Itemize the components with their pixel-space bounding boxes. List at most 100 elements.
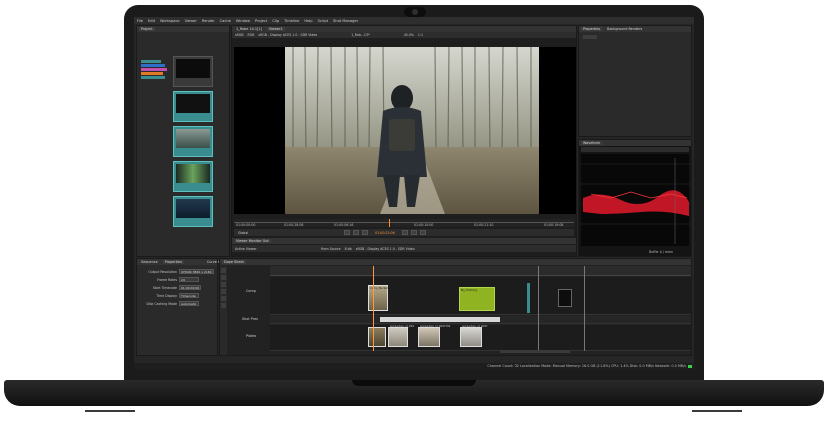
tab-viewer-monitor-out[interactable]: Viewer Monitor Out xyxy=(234,239,271,243)
menu-workspace[interactable]: Workspace xyxy=(160,19,180,23)
active-viewer-select[interactable]: Active Viewer xyxy=(235,247,257,251)
sequence-tabrow: Sequence Properties Curve Editor xyxy=(137,259,228,265)
menu-clip[interactable]: Clip xyxy=(272,19,279,23)
menu-shot-manager[interactable]: Shot Manager xyxy=(333,19,358,23)
clip-thumbnail[interactable] xyxy=(173,126,213,157)
menu-project[interactable]: Project xyxy=(255,19,267,23)
clip-marker[interactable] xyxy=(527,283,530,313)
waveform-tabrow: Waveform xyxy=(579,140,691,146)
tab-waveform[interactable]: Waveform xyxy=(581,141,603,145)
menu-viewer[interactable]: Viewer xyxy=(185,19,197,23)
status-bar: Channel Count: 32 Localization Mode: Man… xyxy=(134,363,694,370)
source-select[interactable]: From Source xyxy=(321,247,341,251)
go-to-start-button[interactable] xyxy=(344,230,351,235)
step-back-button[interactable] xyxy=(353,230,360,235)
viewer-timeline-scrubber[interactable]: 01:00:00:00 01:00:28:08 01:00:06:16 01:0… xyxy=(234,219,574,227)
bit-depth-select[interactable]: 8 bit xyxy=(345,247,352,251)
list-item[interactable] xyxy=(141,68,167,71)
dope-playhead[interactable] xyxy=(373,266,374,351)
menu-cache[interactable]: Cache xyxy=(220,19,231,23)
menu-timeline[interactable]: Timeline xyxy=(284,19,299,23)
playhead[interactable] xyxy=(389,219,390,227)
timecode-label: 01:00:00:00 xyxy=(236,223,256,227)
trim-tool-icon[interactable] xyxy=(221,282,226,287)
tab-properties[interactable]: Properties xyxy=(581,27,603,31)
clip-plate[interactable] xyxy=(368,327,386,347)
output-resolution-select[interactable]: UHD4K 3840 x 2160 xyxy=(179,269,214,274)
go-to-end-button[interactable] xyxy=(419,230,426,235)
ratio-select[interactable]: 1:1 xyxy=(418,33,423,37)
dope-scrollbar[interactable] xyxy=(500,350,570,353)
transport-controls: Global 01:00:22:06 xyxy=(234,229,574,236)
zoom-select[interactable]: 45.0% xyxy=(404,33,414,37)
clip-thumbnail-dark[interactable] xyxy=(558,289,572,307)
current-timecode[interactable]: 01:00:22:06 xyxy=(371,231,398,235)
clip-thumbnail[interactable] xyxy=(173,161,213,192)
menu-script[interactable]: Script xyxy=(318,19,328,23)
list-item[interactable] xyxy=(141,72,163,75)
list-item[interactable] xyxy=(141,60,161,63)
viewer-monitor-tabrow: Viewer Monitor Out xyxy=(232,238,576,244)
timecode-label: 01:00:19:08 xyxy=(544,223,564,227)
dope-marker-line xyxy=(538,266,539,351)
waveform-scope xyxy=(581,154,691,246)
status-text: Channel Count: 32 Localization Mode: Man… xyxy=(487,364,686,368)
monitor-transform-select[interactable]: sRGB - Display ACES 1.0 - SDR Video xyxy=(356,247,415,251)
slip-tool-icon[interactable] xyxy=(221,289,226,294)
waveform-caption: Buffer A / main xyxy=(649,250,673,254)
dope-sheet-panel: Dope Sheet Comp Shot Pres Plates Comp_Bu… xyxy=(219,258,692,356)
menu-edit[interactable]: Edit xyxy=(148,19,155,23)
colorspace-select[interactable]: sRGB xyxy=(235,33,244,37)
track-label: Shot Pres xyxy=(242,317,258,321)
clip-comp-bucket[interactable]: Comp_Bucket xyxy=(368,285,388,311)
start-timecode-field[interactable]: 01:00:00:00 xyxy=(179,285,202,290)
channel-select[interactable]: RGB xyxy=(248,33,255,37)
viewer-panel: 1_Robe 14.1[1] Viewer1 sRGB RGB sRGB - D… xyxy=(231,25,577,257)
dope-tabrow: Dope Sheet xyxy=(220,259,691,265)
list-item[interactable] xyxy=(141,76,165,79)
clip-my-tracking[interactable]: My_Tracking xyxy=(459,287,495,311)
tab-viewer-clip[interactable]: 1_Robe 14.1[1] xyxy=(234,27,264,31)
disk-caching-select[interactable]: Automatic xyxy=(179,301,199,306)
prop-disk-caching: Disk Caching Mode Automatic xyxy=(139,301,199,306)
zoom-tool-icon[interactable] xyxy=(221,303,226,308)
play-reverse-button[interactable] xyxy=(362,230,369,235)
video-frame xyxy=(285,47,539,214)
clip-thumbnail[interactable] xyxy=(173,56,213,87)
tab-project[interactable]: Project xyxy=(139,27,155,31)
dope-time-ruler[interactable] xyxy=(270,266,691,276)
time-display-select[interactable]: Timecode xyxy=(179,293,199,298)
dope-marker-line xyxy=(584,266,585,351)
clip-thumbnail[interactable] xyxy=(173,196,213,227)
menu-render[interactable]: Render xyxy=(202,19,215,23)
tab-dope-sheet[interactable]: Dope Sheet xyxy=(222,260,246,264)
clip-plate[interactable]: production_id_4097704 xyxy=(418,325,450,347)
global-label: Global xyxy=(238,230,249,235)
clip-thumbnail[interactable] xyxy=(173,91,213,122)
menu-window[interactable]: Window xyxy=(236,19,250,23)
tab-background-renders[interactable]: Background Renders xyxy=(605,27,644,31)
play-button[interactable] xyxy=(401,230,408,235)
input-select[interactable]: 1_Rob...C3* xyxy=(351,33,370,37)
viewer-toolbar: sRGB RGB sRGB - Display ACES 1.0 - SDR V… xyxy=(232,32,576,38)
speaker-grille-right xyxy=(692,410,742,412)
prop-frame-rates: Frame Rates 24 xyxy=(139,277,199,282)
tab-sequence[interactable]: Sequence xyxy=(139,260,160,264)
timecode-label: 01:00:10:00 xyxy=(414,223,434,227)
select-tool-icon[interactable] xyxy=(221,268,226,273)
prop-time-display: Time Display Timecode xyxy=(139,293,199,298)
tab-viewer1[interactable]: Viewer1 xyxy=(266,27,285,31)
menu-file[interactable]: File xyxy=(137,19,143,23)
list-item[interactable] xyxy=(141,64,165,67)
clip-plate[interactable]: production_id_4097 xyxy=(460,325,488,347)
step-forward-button[interactable] xyxy=(410,230,417,235)
display-transform-select[interactable]: sRGB - Display ACES 1.0 - SDR Video xyxy=(258,33,317,37)
shot-preset-bar[interactable] xyxy=(380,317,500,322)
move-tool-icon[interactable] xyxy=(221,275,226,280)
frame-rate-select[interactable]: 24 xyxy=(179,277,199,282)
menu-help[interactable]: Help xyxy=(304,19,312,23)
clip-plate[interactable]: production_id_499 xyxy=(388,325,414,347)
webcam xyxy=(404,7,426,17)
razor-tool-icon[interactable] xyxy=(221,296,226,301)
tab-sequence-properties[interactable]: Properties xyxy=(162,260,184,264)
